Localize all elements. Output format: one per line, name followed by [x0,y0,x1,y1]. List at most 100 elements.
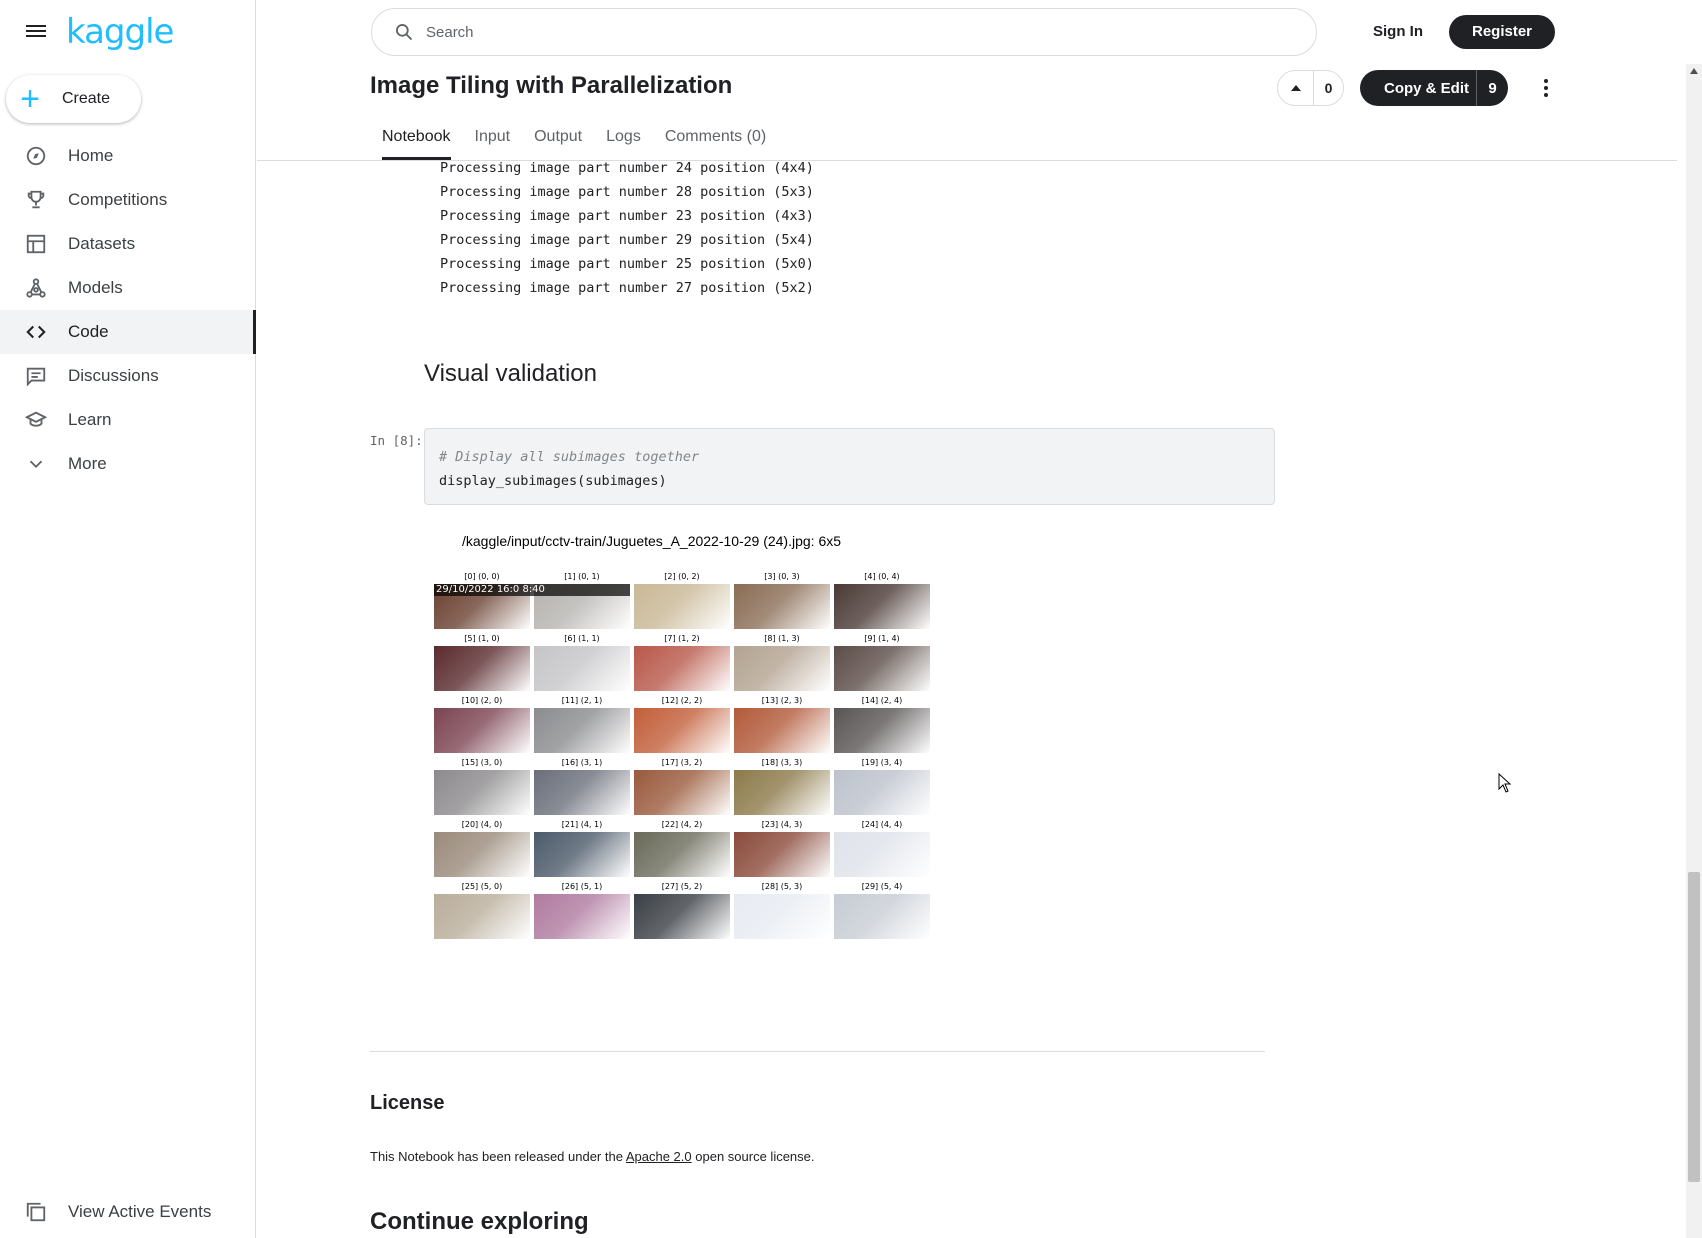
compass-icon [24,144,48,168]
school-icon [24,408,48,432]
app-root: kaggle + Create Home Competitions Datase… [0,0,1702,1238]
license-text-before: This Notebook has been released under th… [370,1149,623,1164]
view-active-events-label: View Active Events [68,1202,212,1221]
scroll-thumb[interactable] [1688,872,1700,1182]
hamburger-menu-icon[interactable] [24,22,48,42]
sidebar-item-competitions[interactable]: Competitions [0,178,256,222]
subimage-tile [834,832,930,877]
sidebar-item-label: Learn [68,410,112,429]
sidebar-item-label: Models [68,278,123,297]
sidebar-item-models[interactable]: Models [0,266,256,310]
tile-label: [9] (1, 4) [864,634,900,643]
tile-label: [15] (3, 0) [461,758,503,767]
copy-edit-count: 9 [1488,79,1497,97]
top-bar: Sign In Register [257,0,1702,64]
tile-label: [8] (1, 3) [764,634,800,643]
tab-notebook[interactable]: Notebook [370,118,463,160]
subimage-tile [634,894,730,939]
tile-label: [7] (1, 2) [664,634,700,643]
search-input[interactable] [426,23,1226,41]
tile-label: [4] (0, 4) [864,572,900,581]
vote-count: 0 [1324,80,1333,96]
copy-edit-label: Copy & Edit [1384,79,1469,97]
tile-label: [17] (3, 2) [661,758,703,767]
create-button-label: Create [62,90,111,107]
tile-label: [14] (2, 4) [861,696,903,705]
kaggle-logo[interactable]: kaggle [66,12,174,52]
tile-label: [25] (5, 0) [461,882,503,891]
subimage-tile [534,894,630,939]
chevron-down-icon [24,452,48,476]
create-button[interactable]: + Create [6,75,141,123]
divider [370,1051,1265,1052]
tile-label: [0] (0, 0) [464,572,500,581]
view-active-events-link[interactable]: View Active Events [0,1196,256,1228]
tab-input[interactable]: Input [463,118,523,160]
subimage-tile [434,770,530,815]
subimage-tile [634,584,730,629]
sidebar-item-more[interactable]: More [0,442,256,486]
subimage-tile [634,770,730,815]
tile-label: [18] (3, 3) [761,758,803,767]
subimage-tile [634,832,730,877]
subimage-tile [534,832,630,877]
more-options-icon[interactable] [1536,76,1556,100]
sidebar-item-label: Code [68,322,109,341]
subimage-tile [734,584,830,629]
sidebar-item-label: Competitions [68,190,168,209]
sidebar-item-learn[interactable]: Learn [0,398,256,442]
cell-output: Processing image part number 24 position… [440,156,814,300]
tile-label: [10] (2, 0) [461,696,503,705]
sidebar-item-label: More [68,454,107,473]
subimage-tile [734,894,830,939]
tab-logs[interactable]: Logs [594,118,653,160]
subimage-tile [834,894,930,939]
sidebar-item-label: Home [68,146,114,165]
trophy-icon [24,188,48,212]
register-button[interactable]: Register [1449,15,1555,49]
mouse-cursor-icon [1498,773,1512,793]
output-line: Processing image part number 28 position… [440,184,814,200]
cell-prompt: In [8]: [370,433,423,448]
tile-label: [24] (4, 4) [861,820,903,829]
output-line: Processing image part number 23 position… [440,208,814,224]
apache-license-link[interactable]: Apache 2.0 [626,1149,692,1164]
subimage-tile [734,770,830,815]
vote-widget: 0 [1277,70,1344,106]
tile-label: [3] (0, 3) [764,572,800,581]
search-bar[interactable] [371,8,1317,56]
sidebar-item-discussions[interactable]: Discussions [0,354,256,398]
tab-output[interactable]: Output [522,118,594,160]
sidebar-item-datasets[interactable]: Datasets [0,222,256,266]
notebook-title: Image Tiling with Parallelization [370,72,733,99]
output-line: Processing image part number 25 position… [440,256,814,272]
scrollbar[interactable] [1686,64,1702,1238]
tile-label: [21] (4, 1) [561,820,603,829]
sidebar-item-code[interactable]: Code [0,310,256,354]
output-line: Processing image part number 29 position… [440,232,814,248]
subimage-tile [634,646,730,691]
search-icon [396,24,413,41]
subimage-tile [734,646,830,691]
output-line: Processing image part number 24 position… [440,160,814,176]
tab-comments[interactable]: Comments (0) [653,118,778,160]
sidebar-item-home[interactable]: Home [0,134,256,178]
figure-title: /kaggle/input/cctv-train/Juguetes_A_2022… [462,533,842,549]
tile-label: [26] (5, 1) [561,882,603,891]
plus-icon: + [20,80,40,118]
subimage-tile [634,708,730,753]
discussion-icon [24,364,48,388]
subimage-tile: 29/10/2022 16:0 8:40 [434,584,630,629]
tile-label: [22] (4, 2) [661,820,703,829]
subimage-tile [434,708,530,753]
copy-edit-button[interactable]: Copy & Edit 9 [1360,70,1508,106]
code-cell[interactable]: # Display all subimages together display… [424,428,1275,505]
sidebar-item-label: Discussions [68,366,159,385]
table-icon [24,232,48,256]
sign-in-button[interactable]: Sign In [1363,16,1433,48]
tile-label: [16] (3, 1) [561,758,603,767]
tile-label: [5] (1, 0) [464,634,500,643]
subimage-tile [834,584,930,629]
scroll-up-arrow-icon[interactable] [1690,68,1698,74]
upvote-button[interactable] [1278,71,1314,105]
